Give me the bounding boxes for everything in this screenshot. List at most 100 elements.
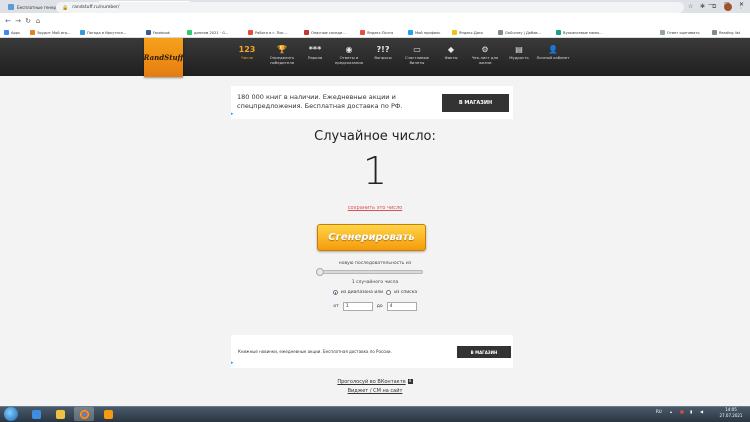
user-icon: 👤 <box>548 44 558 54</box>
bookmark-item[interactable]: Погода в Иркутске... <box>80 30 126 35</box>
count-label: 1 случайного числа <box>351 280 399 285</box>
question-icon: ?!? <box>376 44 390 54</box>
facebook-icon <box>146 30 151 35</box>
number-icon: 123 <box>238 44 256 54</box>
bookmark-favicon-icon <box>498 30 503 35</box>
bookmark-item[interactable]: Reading list <box>712 30 740 35</box>
taskbar-explorer[interactable] <box>26 407 46 421</box>
vk-vote-link[interactable]: Проголосуй во ВКонтакте В <box>0 379 750 385</box>
from-input[interactable]: 1 <box>342 302 373 311</box>
bookmark-item[interactable]: Ответ оценивать <box>660 30 700 35</box>
bookmark-item[interactable]: Вуокансевые мюнк... <box>556 30 603 35</box>
site-logo[interactable]: RandStuff <box>144 38 183 77</box>
ticket-icon: ▭ <box>413 44 421 54</box>
bookmark-item[interactable]: GoSurvey | Добав... <box>498 30 541 35</box>
to-input[interactable]: 4 <box>386 302 417 311</box>
apps-icon <box>4 30 9 35</box>
bookmark-item[interactable]: Эрудит Мой игр... <box>30 30 71 35</box>
extensions-icon[interactable]: ✱ <box>700 3 705 10</box>
folder-icon <box>55 409 65 419</box>
bookmark-favicon-icon <box>304 30 309 35</box>
taskbar-folder[interactable] <box>50 407 70 421</box>
gear-icon: ⚙ <box>481 44 489 54</box>
reload-icon[interactable]: ↻ <box>23 17 33 25</box>
bookmark-item[interactable]: Мой профиль <box>408 30 440 35</box>
ad-shop-button[interactable]: В МАГАЗИН <box>442 94 509 112</box>
ad-text: Книжные новинки, ежедневные акции. Беспл… <box>238 349 392 354</box>
nav-item-number[interactable]: 123 Число <box>228 43 266 61</box>
ad-text: 180 000 книг в наличии. Ежедневные акции… <box>237 93 403 110</box>
radio-range[interactable] <box>332 290 338 295</box>
taskbar-clock[interactable]: 14:05 27.07.2021 <box>716 407 746 419</box>
page-title: Случайное число: <box>314 129 436 144</box>
nav-item-checklist[interactable]: ⚙ Чек-лист для жизни <box>466 43 504 65</box>
nav-item-tickets[interactable]: ▭ Счастливые билеты <box>398 43 436 65</box>
nav-item-facts[interactable]: ◆ Факты <box>432 43 470 61</box>
count-slider[interactable] <box>316 268 423 276</box>
url-text: randstuff.ru/number/ <box>72 5 120 10</box>
vk-icon: В <box>407 379 413 384</box>
bookmark-favicon-icon <box>80 30 85 35</box>
range-inputs: от 1 до 4 <box>0 302 750 311</box>
bookmark-favicon-icon <box>556 30 561 35</box>
bookmark-item[interactable]: Работа в г. Пос... <box>248 30 287 35</box>
profile-avatar[interactable] <box>724 3 732 11</box>
puzzle-icon[interactable]: ⧉ <box>712 3 716 11</box>
bookmark-favicon-icon <box>30 30 35 35</box>
magic-ball-icon: ◉ <box>345 44 353 54</box>
network-icon[interactable]: ▮ <box>690 409 692 414</box>
radio-list-label: из списка <box>394 290 418 295</box>
asterisks-icon: *** <box>308 44 322 54</box>
sequence-label: новую последовательность из <box>338 261 412 266</box>
bookmark-item[interactable]: Опасные соседи ... <box>304 30 347 35</box>
reading-list-icon <box>712 30 717 35</box>
save-number-link[interactable]: сохранить это число <box>0 205 750 211</box>
bookmark-item[interactable]: Facebook <box>146 30 170 35</box>
adchoices-icon[interactable]: ▸ <box>231 360 234 366</box>
source-radio-group: из диапазона или из списка <box>0 290 750 295</box>
browser-toolbar: ← → ↻ ⌂ <box>0 13 750 28</box>
taskbar-media[interactable] <box>98 407 118 421</box>
widget-link[interactable]: Виджет / CM на сайт <box>0 388 750 394</box>
slider-handle[interactable] <box>316 268 324 276</box>
from-label: от <box>333 304 339 309</box>
to-label: до <box>376 304 383 309</box>
volume-icon[interactable]: ◀ <box>700 409 703 414</box>
forward-icon[interactable]: → <box>13 17 23 25</box>
bookmark-item[interactable]: Apps <box>4 30 20 35</box>
tray-alert-icon[interactable]: ■ <box>680 409 684 414</box>
logo-text: RandStuff <box>143 53 184 62</box>
yandex-disk-icon <box>452 30 457 35</box>
address-bar[interactable]: 🔒 randstuff.ru/number/ <box>56 2 684 13</box>
nav-item-account[interactable]: 👤 Личный кабинет <box>534 43 572 61</box>
menu-icon[interactable]: ⋮ <box>738 3 744 10</box>
nav-item-answers[interactable]: ◉ Ответы и предсказания <box>330 43 368 65</box>
nav-item-questions[interactable]: ?!? Вопросы <box>364 43 402 61</box>
radio-range-label: из диапазона или <box>340 290 384 295</box>
home-icon[interactable]: ⌂ <box>33 17 43 25</box>
bookmark-item[interactable]: диплом 2021 · G... <box>187 30 228 35</box>
nav-item-wisdom[interactable]: ▤ Мудрость <box>500 43 538 61</box>
bookmark-item[interactable]: Яндекс.Диск <box>452 30 483 35</box>
bookmark-favicon-icon <box>408 30 413 35</box>
language-indicator[interactable]: RU <box>656 409 662 414</box>
generate-button[interactable]: Сгенерировать <box>317 224 426 251</box>
tab-favicon-icon <box>8 4 14 10</box>
tray-arrow-icon[interactable]: ▴ <box>670 409 672 414</box>
diamond-icon: ◆ <box>447 44 455 54</box>
radio-list[interactable] <box>386 290 392 295</box>
random-number: 1 <box>362 149 388 193</box>
ie-icon <box>31 409 41 419</box>
lock-icon: 🔒 <box>62 4 69 11</box>
bookmark-favicon-icon <box>248 30 253 35</box>
nav-item-passwords[interactable]: *** Пароли <box>296 43 334 61</box>
adchoices-icon[interactable]: ▸ <box>231 111 234 117</box>
ad-shop-button[interactable]: В МАГАЗИН <box>457 346 511 358</box>
start-button[interactable] <box>4 407 18 421</box>
bookmark-item[interactable]: Яндекс.Почта <box>360 30 393 35</box>
bookmark-star-icon[interactable]: ☆ <box>688 3 693 10</box>
media-player-icon <box>103 409 113 419</box>
back-icon[interactable]: ← <box>3 17 13 25</box>
taskbar-chrome[interactable] <box>74 407 94 421</box>
yandex-mail-icon <box>360 30 365 35</box>
